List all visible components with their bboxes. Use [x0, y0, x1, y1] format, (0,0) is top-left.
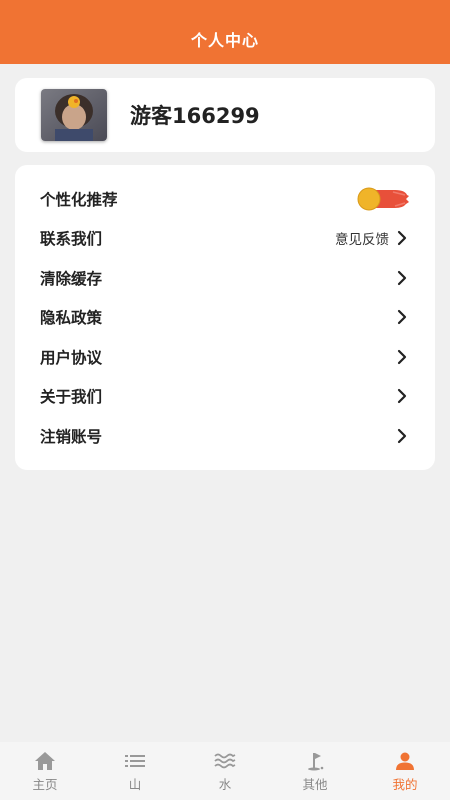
settings-menu: 个性化推荐 联系我们 意见反馈 清除缓存 隐私政策 用户协议 关于我们 注销账号 — [15, 165, 435, 470]
menu-item-clear-cache[interactable]: 清除缓存 — [15, 258, 435, 298]
feedback-hint: 意见反馈 — [335, 232, 389, 249]
waves-icon — [214, 753, 236, 769]
avatar-image — [41, 89, 107, 141]
avatar[interactable] — [41, 89, 107, 141]
menu-item-label: 关于我们 — [40, 388, 103, 407]
chevron-right-icon — [397, 231, 407, 246]
menu-item-label: 个性化推荐 — [40, 190, 118, 209]
menu-item-label: 联系我们 — [40, 230, 103, 249]
chevron-right-icon — [397, 389, 407, 404]
flag-icon — [308, 753, 324, 771]
menu-item-label: 隐私政策 — [40, 309, 103, 328]
recommendation-toggle[interactable] — [355, 186, 409, 212]
chevron-right-icon — [397, 310, 407, 325]
menu-item-privacy-policy[interactable]: 隐私政策 — [15, 298, 435, 338]
menu-item-personalized-recommendation[interactable]: 个性化推荐 — [15, 179, 435, 219]
tab-other[interactable]: 其他 — [270, 742, 360, 800]
tab-water[interactable]: 水 — [180, 742, 270, 800]
menu-item-delete-account[interactable]: 注销账号 — [15, 416, 435, 456]
menu-item-about-us[interactable]: 关于我们 — [15, 377, 435, 417]
tab-label: 主页 — [32, 777, 58, 792]
tab-label: 我的 — [392, 777, 418, 792]
menu-item-label: 注销账号 — [40, 427, 103, 446]
tab-label: 水 — [218, 777, 232, 792]
tab-label: 山 — [128, 777, 142, 792]
tab-label: 其他 — [302, 777, 328, 792]
page-title: 个人中心 — [190, 31, 259, 50]
menu-item-label: 清除缓存 — [40, 269, 103, 288]
person-icon — [396, 752, 414, 770]
bottom-tab-bar: 主页 山 水 其他 我的 — [0, 742, 450, 800]
menu-item-user-agreement[interactable]: 用户协议 — [15, 337, 435, 377]
tab-mountain[interactable]: 山 — [90, 742, 180, 800]
username: 游客166299 — [130, 104, 260, 128]
header-bar: 个人中心 — [0, 0, 450, 64]
menu-item-contact-us[interactable]: 联系我们 意见反馈 — [15, 219, 435, 259]
chevron-right-icon — [397, 349, 407, 364]
chevron-right-icon — [397, 428, 407, 443]
list-icon — [125, 755, 145, 767]
home-icon — [35, 752, 55, 770]
tab-mine[interactable]: 我的 — [360, 742, 450, 800]
profile-card[interactable]: 游客166299 — [15, 78, 435, 152]
chevron-right-icon — [397, 270, 407, 285]
tab-home[interactable]: 主页 — [0, 742, 90, 800]
menu-item-label: 用户协议 — [40, 348, 103, 367]
